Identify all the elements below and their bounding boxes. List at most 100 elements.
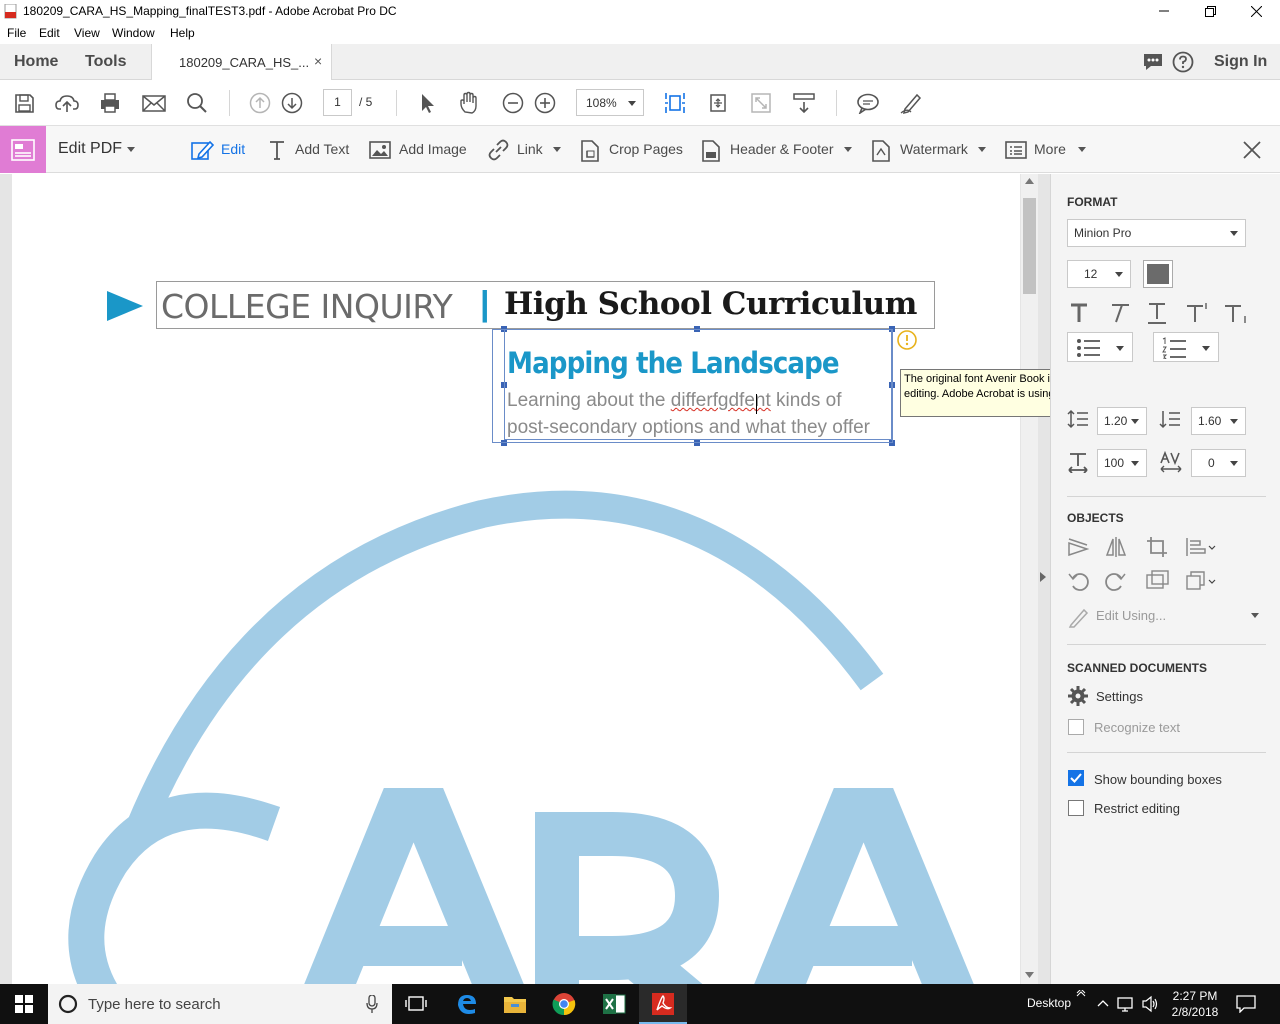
settings-button[interactable]: Settings xyxy=(1096,689,1143,704)
full-screen-icon[interactable] xyxy=(748,90,774,116)
scroll-down-arrow-icon[interactable] xyxy=(1025,972,1034,978)
previous-page-icon[interactable] xyxy=(247,90,273,116)
line-spacing-select[interactable]: 1.20 xyxy=(1097,407,1147,435)
chevron-down-icon[interactable] xyxy=(978,147,986,152)
restrict-editing-checkbox[interactable] xyxy=(1068,800,1084,816)
more-icon[interactable] xyxy=(1005,139,1027,161)
chevron-down-icon[interactable] xyxy=(553,147,561,152)
add-image-button[interactable]: Add Image xyxy=(399,141,467,157)
menu-window[interactable]: Window xyxy=(112,26,155,40)
action-center-icon[interactable] xyxy=(1236,995,1256,1013)
sign-in-link[interactable]: Sign In xyxy=(1214,53,1267,71)
scrolling-mode-icon[interactable] xyxy=(791,90,817,116)
edit-using-select[interactable]: Edit Using... xyxy=(1096,608,1166,623)
volume-icon[interactable] xyxy=(1141,995,1159,1013)
scrollbar-thumb[interactable] xyxy=(1023,198,1036,294)
menu-edit[interactable]: Edit xyxy=(39,26,60,40)
tab-document[interactable]: 180209_CARA_HS_... × xyxy=(151,44,332,81)
crop-pages-icon[interactable] xyxy=(579,139,601,163)
edit-pdf-tool-icon[interactable] xyxy=(0,126,46,173)
next-page-icon[interactable] xyxy=(279,90,305,116)
edit-icon[interactable] xyxy=(190,139,214,161)
font-family-select[interactable]: Minion Pro xyxy=(1067,219,1246,247)
font-size-select[interactable]: 12 xyxy=(1067,260,1131,288)
pdf-page[interactable]: COLLEGE INQUIRY | High School Curriculum… xyxy=(12,174,1020,984)
maximize-button[interactable] xyxy=(1187,0,1233,22)
zoom-in-icon[interactable] xyxy=(532,90,558,116)
chevron-down-icon[interactable] xyxy=(844,147,852,152)
page-number-input[interactable]: 1 xyxy=(323,89,352,116)
font-color-swatch[interactable] xyxy=(1143,260,1173,288)
paragraph-spacing-select[interactable]: 1.60 xyxy=(1191,407,1246,435)
windows-start-icon[interactable] xyxy=(0,984,48,1024)
watermark-button[interactable]: Watermark xyxy=(900,141,968,157)
crop-pages-button[interactable]: Crop Pages xyxy=(609,141,683,157)
header-footer-button[interactable]: Header & Footer xyxy=(730,141,834,157)
cloud-upload-icon[interactable] xyxy=(54,90,80,116)
zoom-select[interactable]: 108% xyxy=(576,89,644,116)
header-high-school-curriculum[interactable]: High School Curriculum xyxy=(504,286,917,322)
link-icon[interactable] xyxy=(486,139,510,161)
rotate-view-icon[interactable] xyxy=(705,90,731,116)
character-spacing-select[interactable]: 0 xyxy=(1191,449,1246,477)
fill-sign-icon[interactable] xyxy=(898,90,924,116)
menu-view[interactable]: View xyxy=(74,26,100,40)
heading-mapping-the-landscape[interactable]: Mapping the Landscape xyxy=(507,346,840,380)
chevron-down-icon[interactable] xyxy=(1251,613,1259,618)
fit-page-icon[interactable] xyxy=(662,90,688,116)
tab-home[interactable]: Home xyxy=(14,53,58,71)
network-icon[interactable] xyxy=(1117,995,1137,1013)
header-college-inquiry[interactable]: COLLEGE INQUIRY xyxy=(161,287,453,326)
recognize-text-checkbox[interactable] xyxy=(1068,719,1084,735)
help-icon[interactable] xyxy=(1172,51,1194,73)
collapse-right-panel-icon[interactable] xyxy=(1040,572,1047,582)
comment-icon[interactable] xyxy=(855,90,881,116)
chevron-down-icon[interactable] xyxy=(1078,147,1086,152)
numbered-list-select[interactable] xyxy=(1153,332,1219,362)
more-button[interactable]: More xyxy=(1034,141,1066,157)
scroll-up-arrow-icon[interactable] xyxy=(1025,178,1034,184)
double-chevron-icon[interactable] xyxy=(1076,990,1086,998)
taskbar-search-box[interactable]: Type here to search xyxy=(48,984,392,1024)
body-line-2[interactable]: post-secondary options and what they off… xyxy=(507,417,870,439)
header-footer-icon[interactable] xyxy=(701,139,721,163)
desktop-toolbar-label[interactable]: Desktop xyxy=(1027,996,1071,1010)
hand-tool-icon[interactable] xyxy=(456,90,482,116)
document-viewport[interactable]: COLLEGE INQUIRY | High School Curriculum… xyxy=(0,174,1050,984)
close-tab-icon[interactable]: × xyxy=(314,53,322,69)
save-icon[interactable] xyxy=(11,90,37,116)
link-button[interactable]: Link xyxy=(517,141,543,157)
chevron-down-icon[interactable] xyxy=(127,147,135,152)
add-text-icon[interactable] xyxy=(268,139,286,161)
body-line-1[interactable]: Learning about the differfgdfent kinds o… xyxy=(507,390,842,412)
search-icon[interactable] xyxy=(184,90,210,116)
show-hidden-icons-icon[interactable] xyxy=(1097,999,1109,1007)
edit-button[interactable]: Edit xyxy=(221,141,245,157)
close-window-button[interactable] xyxy=(1233,0,1279,22)
horizontal-scale-select[interactable]: 100 xyxy=(1097,449,1147,477)
menu-file[interactable]: File xyxy=(7,26,26,40)
tab-tools[interactable]: Tools xyxy=(85,53,126,71)
zoom-out-icon[interactable] xyxy=(500,90,526,116)
bullet-list-select[interactable] xyxy=(1067,332,1133,362)
task-view-icon[interactable] xyxy=(392,984,440,1024)
show-bounding-boxes-checkbox[interactable] xyxy=(1068,770,1084,786)
vertical-scrollbar[interactable] xyxy=(1021,174,1038,984)
gear-icon[interactable] xyxy=(1068,686,1088,706)
file-explorer-icon[interactable] xyxy=(491,984,539,1024)
watermark-icon[interactable] xyxy=(871,139,891,163)
print-icon[interactable] xyxy=(97,90,123,116)
font-warning-icon[interactable] xyxy=(896,329,918,351)
edit-pdf-title[interactable]: Edit PDF xyxy=(58,140,122,158)
chrome-browser-icon[interactable] xyxy=(540,984,588,1024)
add-image-icon[interactable] xyxy=(369,139,391,161)
add-text-button[interactable]: Add Text xyxy=(295,141,349,157)
comment-bubble-icon[interactable] xyxy=(1142,52,1164,72)
menu-help[interactable]: Help xyxy=(170,26,195,40)
close-tool-icon[interactable] xyxy=(1242,140,1262,160)
system-clock[interactable]: 2:27 PM 2/8/2018 xyxy=(1164,988,1226,1020)
minimize-button[interactable] xyxy=(1141,0,1187,22)
select-cursor-icon[interactable] xyxy=(414,90,440,116)
excel-icon[interactable] xyxy=(590,984,638,1024)
acrobat-taskbar-icon[interactable] xyxy=(639,984,687,1024)
